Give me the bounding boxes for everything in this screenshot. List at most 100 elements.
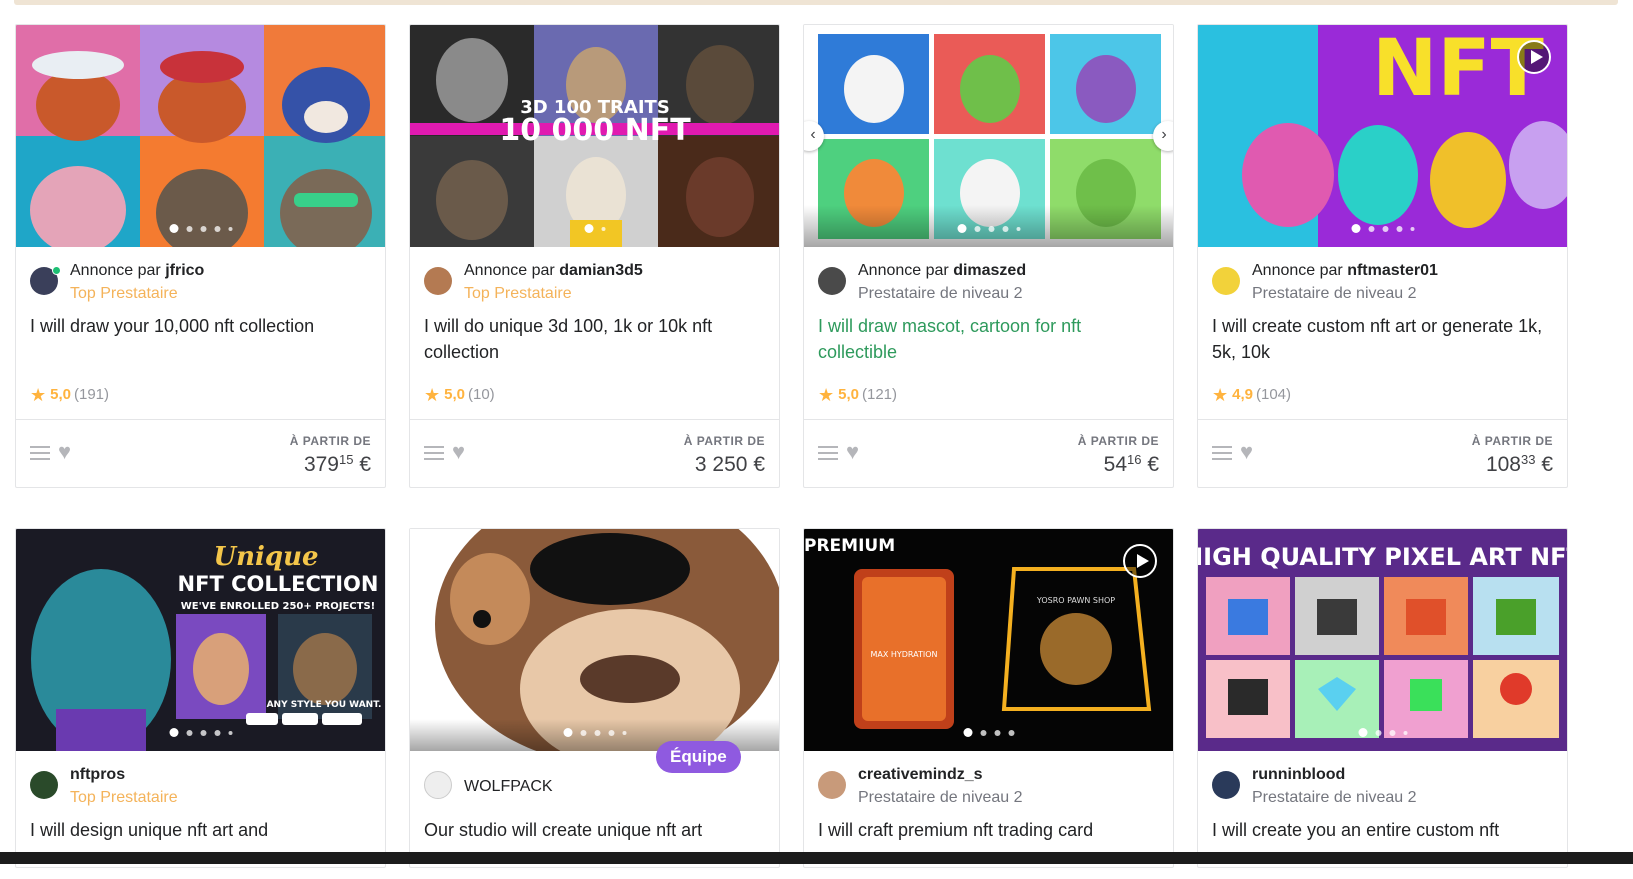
carousel-dots[interactable]	[563, 728, 626, 737]
carousel-dot[interactable]	[994, 729, 1000, 736]
image-headline: Unique	[213, 542, 318, 572]
avatar[interactable]	[424, 771, 452, 799]
image-headline: HIGH QUALITY PIXEL ART NFT	[1198, 543, 1567, 571]
carousel-dots[interactable]	[169, 728, 232, 737]
carousel-dots[interactable]	[963, 728, 1014, 737]
heart-icon[interactable]: ♥	[58, 440, 71, 464]
seller-line: runninblood	[1252, 763, 1553, 786]
avatar[interactable]	[818, 267, 846, 295]
gig-title[interactable]: I will create custom nft art or generate…	[1198, 313, 1567, 375]
carousel-dots[interactable]	[169, 224, 232, 233]
avatar[interactable]	[1212, 771, 1240, 799]
image-caption: WE'VE ENROLLED 250+ PROJECTS!	[181, 601, 375, 612]
gig-title[interactable]: I will draw mascot, cartoon for nft coll…	[804, 313, 1173, 375]
carousel-dot[interactable]	[200, 225, 206, 232]
gig-thumbnail[interactable]: PREMIUM MAX HYDRATION YOSRO PAWN SHOP	[804, 529, 1173, 751]
carousel-dot[interactable]	[974, 225, 980, 232]
heart-icon[interactable]: ♥	[1240, 440, 1253, 464]
seller-line: Annonce par dimaszed	[858, 259, 1159, 282]
gig-thumbnail[interactable]: HIGH QUALITY PIXEL ART NFT	[1198, 529, 1567, 751]
carousel-dot[interactable]	[963, 728, 972, 737]
carousel-dot[interactable]	[1008, 729, 1014, 736]
carousel-dot[interactable]	[980, 729, 986, 736]
gig-card[interactable]: 10 000 NFT 3D 100 TRAITS Annonce par dam…	[409, 24, 780, 488]
gig-card[interactable]: ‹ › Annonce par dimaszed Prestataire de …	[803, 24, 1174, 488]
carousel-dot[interactable]	[1368, 225, 1374, 232]
carousel-dot[interactable]	[594, 729, 600, 736]
by-label: Annonce par	[858, 262, 954, 279]
seller-name[interactable]: nftpros	[70, 766, 125, 783]
seller-name[interactable]: jfrico	[165, 262, 204, 279]
list-icon[interactable]	[424, 446, 444, 462]
carousel-dot[interactable]	[608, 729, 614, 736]
list-icon[interactable]	[818, 446, 838, 462]
rating-count: (121)	[862, 386, 898, 403]
carousel-dot[interactable]	[169, 224, 178, 233]
carousel-dot[interactable]	[228, 226, 232, 231]
avatar[interactable]	[1212, 267, 1240, 295]
star-icon: ★	[424, 385, 441, 405]
seller-name[interactable]: WOLFPACK	[464, 778, 553, 795]
gig-card[interactable]: NFT Annonce par nftmaster01 Prestataire …	[1197, 24, 1568, 488]
carousel-dot[interactable]	[214, 729, 220, 736]
gig-thumbnail[interactable]	[410, 529, 779, 751]
avatar[interactable]	[424, 267, 452, 295]
gig-card[interactable]: Équipe WOLFPACK Our studio will create u…	[409, 528, 780, 868]
carousel-dot[interactable]	[1358, 728, 1367, 737]
play-video-icon[interactable]	[1123, 544, 1157, 578]
carousel-dot[interactable]	[601, 226, 605, 231]
carousel-dot[interactable]	[957, 224, 966, 233]
carousel-dot[interactable]	[1396, 225, 1402, 232]
gig-title[interactable]: I will do unique 3d 100, 1k or 10k nft c…	[410, 313, 779, 375]
carousel-dots[interactable]	[957, 224, 1020, 233]
gig-thumbnail[interactable]: NFT	[1198, 25, 1567, 247]
carousel-dot[interactable]	[563, 728, 572, 737]
gig-title[interactable]: Our studio will create unique nft art	[410, 817, 779, 879]
gig-thumbnail[interactable]: Unique NFT COLLECTION WE'VE ENROLLED 250…	[16, 529, 385, 751]
carousel-dot[interactable]	[186, 729, 192, 736]
play-video-icon[interactable]	[1517, 40, 1551, 74]
gig-card[interactable]: Unique NFT COLLECTION WE'VE ENROLLED 250…	[15, 528, 386, 868]
carousel-dot[interactable]	[1403, 730, 1407, 735]
carousel-dot[interactable]	[200, 729, 206, 736]
carousel-dot[interactable]	[1389, 729, 1395, 736]
carousel-dot[interactable]	[584, 224, 593, 233]
avatar[interactable]	[30, 771, 58, 799]
gig-thumbnail[interactable]: 10 000 NFT 3D 100 TRAITS	[410, 25, 779, 247]
carousel-dot[interactable]	[1410, 226, 1414, 231]
carousel-dot[interactable]	[1016, 226, 1020, 231]
carousel-dot[interactable]	[988, 225, 994, 232]
seller-name[interactable]: damian3d5	[559, 262, 643, 279]
avatar[interactable]	[818, 771, 846, 799]
list-icon[interactable]	[1212, 446, 1232, 462]
carousel-dot[interactable]	[214, 225, 220, 232]
list-icon[interactable]	[30, 446, 50, 462]
carousel-dot[interactable]	[169, 728, 178, 737]
carousel-dots[interactable]	[1351, 224, 1414, 233]
gig-title[interactable]: I will draw your 10,000 nft collection	[16, 313, 385, 375]
carousel-dot[interactable]	[580, 729, 586, 736]
seller-name[interactable]: creativemindz_s	[858, 766, 983, 783]
seller-name[interactable]: nftmaster01	[1347, 262, 1438, 279]
carousel-dots[interactable]	[1358, 728, 1407, 737]
heart-icon[interactable]: ♥	[846, 440, 859, 464]
gig-thumbnail[interactable]	[16, 25, 385, 247]
heart-icon[interactable]: ♥	[452, 440, 465, 464]
carousel-dots[interactable]	[584, 224, 605, 233]
carousel-dot[interactable]	[1351, 224, 1360, 233]
seller-level: Prestataire de niveau 2	[858, 285, 1023, 302]
gig-card[interactable]: HIGH QUALITY PIXEL ART NFT runninblood P…	[1197, 528, 1568, 868]
carousel-dot[interactable]	[622, 730, 626, 735]
seller-name[interactable]: runninblood	[1252, 766, 1345, 783]
seller-name[interactable]: dimaszed	[953, 262, 1026, 279]
price-label: À PARTIR DE	[289, 434, 371, 448]
carousel-dot[interactable]	[228, 730, 232, 735]
carousel-dot[interactable]	[186, 225, 192, 232]
gig-card[interactable]: Annonce par jfrico Top Prestataire I wil…	[15, 24, 386, 488]
carousel-dot[interactable]	[1002, 225, 1008, 232]
rating: ★ 5,0 (121)	[804, 375, 1173, 415]
carousel-dot[interactable]	[1375, 729, 1381, 736]
gig-card[interactable]: PREMIUM MAX HYDRATION YOSRO PAWN SHOP cr…	[803, 528, 1174, 868]
carousel-dot[interactable]	[1382, 225, 1388, 232]
gig-thumbnail[interactable]: ‹ ›	[804, 25, 1173, 247]
